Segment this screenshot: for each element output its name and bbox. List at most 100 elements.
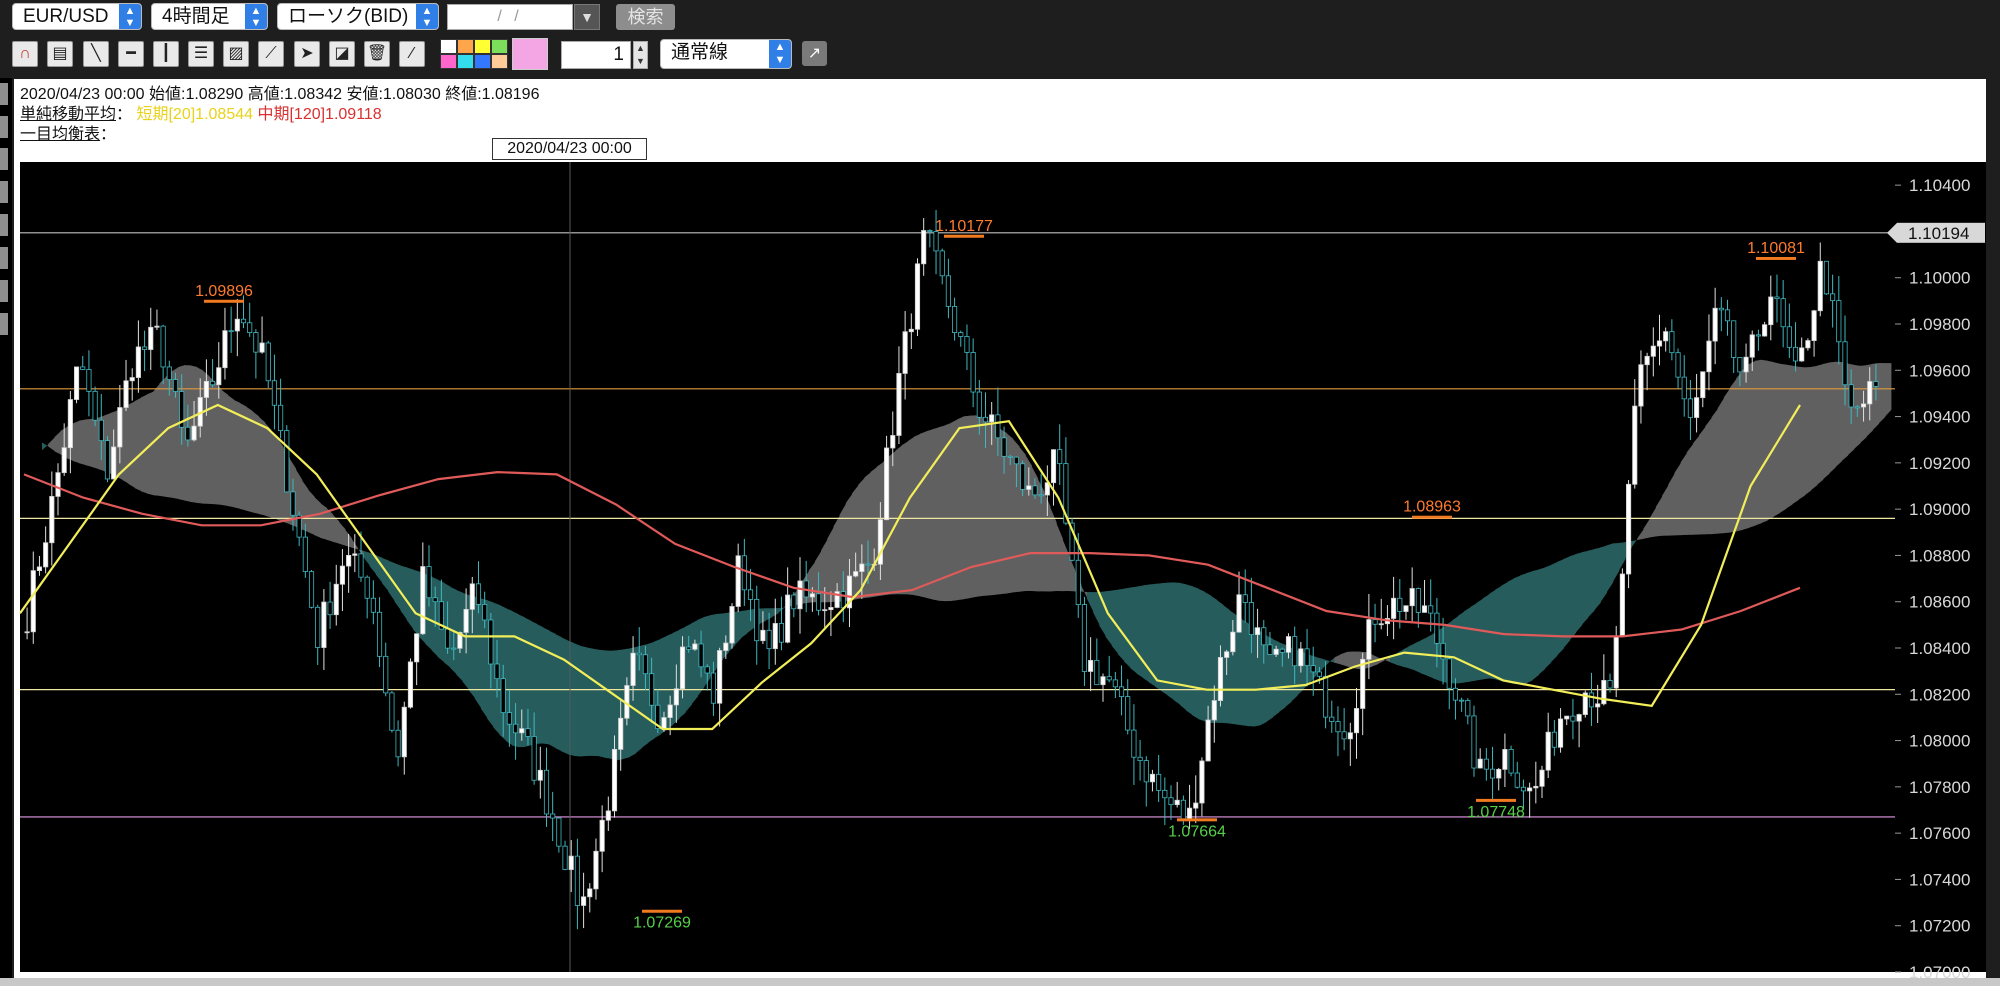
- scrollbar[interactable]: [0, 978, 2000, 986]
- panel-tab[interactable]: [0, 83, 8, 105]
- palette-swatch[interactable]: [474, 39, 491, 54]
- line-edit-icon: ⁄: [410, 45, 414, 62]
- candle-body: [1261, 627, 1267, 646]
- candle-body: [896, 373, 902, 436]
- ichimoku-cloud-segment: [1884, 363, 1892, 418]
- candle-body: [593, 850, 599, 890]
- candle-body: [519, 728, 525, 734]
- candle-body: [284, 430, 290, 493]
- ichimoku-cloud-segment: [536, 623, 544, 744]
- palette-swatch[interactable]: [457, 54, 474, 69]
- magnet-tool[interactable]: ∩: [12, 41, 38, 67]
- panel-tab[interactable]: [0, 181, 8, 203]
- search-button[interactable]: 検索: [616, 4, 675, 30]
- trendline-tool[interactable]: ╲: [83, 41, 109, 67]
- candle-body: [216, 367, 222, 386]
- candle-body: [1700, 371, 1706, 399]
- candle-body: [952, 306, 958, 333]
- candle-body: [1162, 789, 1168, 799]
- chart-type-select[interactable]: ローソク(BID) ▲ ▼: [277, 3, 439, 30]
- color-palette[interactable]: [440, 39, 510, 69]
- candle-body: [884, 447, 890, 521]
- selected-color-swatch[interactable]: [512, 38, 548, 70]
- delete-all-tool[interactable]: 🗑: [364, 41, 390, 67]
- select-tool[interactable]: ➤: [294, 41, 320, 67]
- triangle-down-icon: ▼: [580, 9, 594, 25]
- candle-body: [1805, 340, 1811, 349]
- candle-body: [1001, 437, 1007, 457]
- palette-swatch[interactable]: [440, 54, 457, 69]
- palette-swatch[interactable]: [457, 39, 474, 54]
- cursor-arrow-icon: ➤: [300, 45, 314, 62]
- fan-tool[interactable]: ⟋: [258, 41, 284, 67]
- candle-body: [1860, 403, 1867, 408]
- candle-body: [574, 855, 580, 906]
- fibonacci-tool[interactable]: ☰: [188, 41, 214, 67]
- palette-swatch[interactable]: [491, 39, 508, 54]
- timeframe-select[interactable]: 4時間足 ▲ ▼: [151, 3, 268, 30]
- ichimoku-cloud-segment: [1798, 366, 1805, 500]
- chart-area[interactable]: 1.09896 1.10177 1.10081 1.08963 1.07269 1.076…: [14, 160, 1986, 986]
- vertical-line-tool[interactable]: ┃: [153, 41, 179, 67]
- candle-body: [1131, 729, 1137, 758]
- pair-select[interactable]: EUR/USD ▲ ▼: [12, 3, 142, 30]
- palette-swatch[interactable]: [474, 54, 491, 69]
- candlestick-chart[interactable]: 1.09896 1.10177 1.10081 1.08963 1.07269 1.076…: [14, 160, 1986, 986]
- candle-body: [191, 425, 197, 441]
- line-style-select[interactable]: 通常線 ▲ ▼: [660, 39, 792, 69]
- ichimoku-cloud-segment: [870, 466, 878, 598]
- candle-body: [587, 888, 593, 898]
- candle-body: [890, 435, 896, 449]
- candle-body: [1768, 296, 1774, 326]
- line-width-input[interactable]: 1: [561, 41, 631, 69]
- ichimoku-cloud-segment: [579, 645, 587, 757]
- candle-body: [710, 672, 717, 704]
- line-width-stepper[interactable]: ▲ ▼: [633, 41, 648, 69]
- ichimoku-cloud-segment: [72, 420, 80, 464]
- candle-body: [1706, 340, 1712, 373]
- ichimoku-cloud-segment: [586, 647, 593, 756]
- line-edit-tool[interactable]: ⁄: [399, 41, 425, 67]
- ichimoku-cloud-segment: [1173, 582, 1181, 705]
- candle-body: [210, 380, 216, 386]
- panel-tab[interactable]: [0, 116, 8, 138]
- candle-body: [1100, 676, 1106, 686]
- candle-body: [964, 336, 970, 353]
- candle-body: [1391, 597, 1397, 619]
- date-dropdown-button[interactable]: ▼: [574, 4, 600, 30]
- horizontal-line-tool[interactable]: ━: [118, 41, 144, 67]
- eraser-tool[interactable]: ◪: [329, 41, 355, 67]
- ichimoku-cloud-segment: [969, 415, 977, 599]
- toolbar-drawing: ∩ ▤ ╲ ━ ┃ ☰ ▨ ⟋ ➤ ◪ 🗑 ⁄: [0, 36, 2000, 78]
- ichimoku-cloud-segment: [988, 420, 995, 596]
- candle-body: [513, 723, 519, 734]
- panel-tab[interactable]: [0, 313, 8, 335]
- panel-tab[interactable]: [0, 214, 8, 236]
- candle-body: [358, 553, 364, 578]
- y-axis-tick-label: 1.07200: [1909, 917, 1970, 936]
- candle-body: [1397, 597, 1403, 612]
- ichimoku-cloud-segment: [1711, 408, 1719, 535]
- candle-body: [308, 571, 315, 608]
- popout-button[interactable]: ↗: [802, 41, 827, 66]
- candle-body: [129, 377, 135, 382]
- candle-body: [43, 542, 49, 568]
- y-axis-tick-label: 1.07400: [1909, 870, 1970, 889]
- date-input[interactable]: / /: [447, 4, 573, 30]
- ichimoku-cloud-segment: [1346, 651, 1354, 669]
- channel-tool[interactable]: ▨: [223, 41, 249, 67]
- candle-body: [203, 380, 209, 398]
- ichimoku-cloud-segment: [889, 450, 896, 595]
- palette-swatch[interactable]: [491, 54, 508, 69]
- chevron-updown-icon: ▲ ▼: [119, 4, 141, 29]
- candle-body: [407, 661, 414, 708]
- ichimoku-cloud-segment: [1822, 362, 1830, 480]
- candle-body: [853, 571, 859, 577]
- ichimoku-cloud-segment: [827, 526, 835, 603]
- panel-tab[interactable]: [0, 280, 8, 302]
- panel-tab[interactable]: [0, 148, 8, 170]
- palette-swatch[interactable]: [440, 39, 457, 54]
- panel-tab[interactable]: [0, 247, 8, 269]
- ichimoku-cloud-segment: [1124, 587, 1131, 669]
- text-tool[interactable]: ▤: [47, 41, 73, 67]
